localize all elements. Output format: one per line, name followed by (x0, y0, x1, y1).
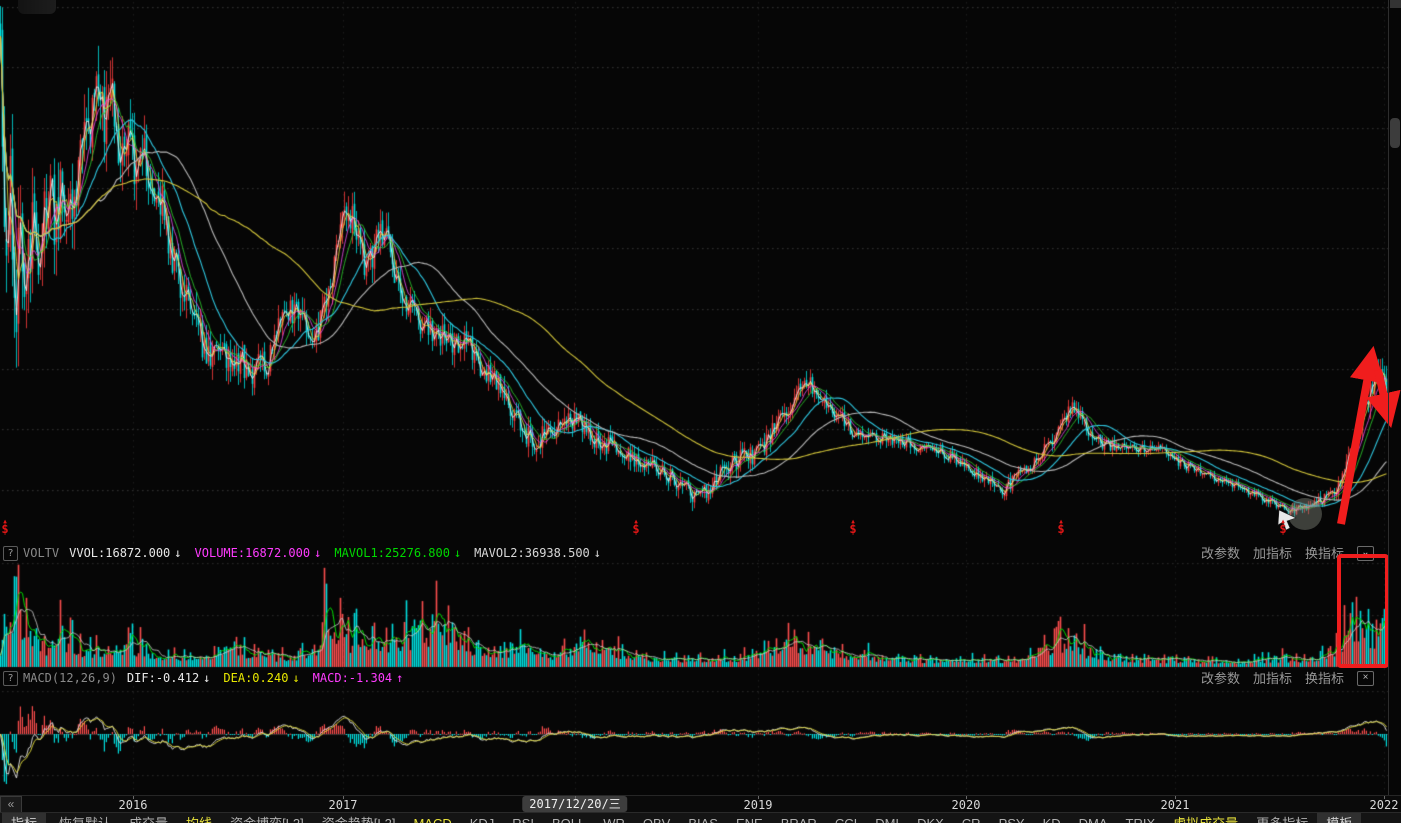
dividend-marker: ▲ $ (846, 519, 860, 536)
toolbar-item-WR[interactable]: WR (594, 813, 634, 823)
toolbar-item-RSI[interactable]: RSI (503, 813, 543, 823)
toolbar-item-更多指标[interactable]: 更多指标 (1247, 813, 1317, 823)
toolbar-item-CR[interactable]: CR (953, 813, 990, 823)
kline-chart-canvas[interactable] (0, 0, 1401, 823)
dollar-symbol: $ (632, 522, 640, 536)
toolbar-item-指标[interactable]: 指标 (2, 813, 47, 823)
right-panel-divider (1388, 0, 1389, 795)
dividend-marker: ▲ $ (1276, 519, 1290, 536)
toolbar-item-PSY[interactable]: PSY (990, 813, 1034, 823)
change-params-button[interactable]: 改参数 (1201, 545, 1240, 562)
toolbar-item-DKX[interactable]: DKX (908, 813, 953, 823)
toolbar-item-BOLL[interactable]: BOLL (543, 813, 594, 823)
change-params-button[interactable]: 改参数 (1201, 670, 1240, 687)
help-icon[interactable]: ? (3, 546, 18, 561)
toolbar-item-模板[interactable]: 模板 (1317, 813, 1362, 823)
close-icon[interactable]: × (1357, 671, 1374, 686)
indicator-name: MACD(12,26,9) (23, 671, 117, 685)
toolbar-item-DMI[interactable]: DMI (866, 813, 908, 823)
toolbar-item-CCI[interactable]: CCI (826, 813, 866, 823)
time-axis-tick (575, 796, 576, 799)
indicator-toolbar: 指标恢复默认成交量均线资金博弈[L2]资金趋势[L2]MACDKDJRSIBOL… (0, 812, 1401, 823)
scrollbar-thumb[interactable] (1390, 118, 1400, 148)
toolbar-item-资金博弈[L2][interactable]: 资金博弈[L2] (221, 813, 313, 823)
trend-arrow-icon: ↓ (174, 546, 182, 560)
indicator-value: MAVOL2:36938.500 (474, 546, 590, 560)
toolbar-item-BRAR[interactable]: BRAR (772, 813, 826, 823)
add-indicator-button[interactable]: 加指标 (1253, 545, 1292, 562)
indicator-value: VVOL:16872.000 (69, 546, 171, 560)
indicator-values: VVOL:16872.000 ↓ VOLUME:16872.000 ↓ MAVOL1:2… (69, 545, 614, 562)
indicator-value: MAVOL1:25276.800 (334, 546, 450, 560)
trend-arrow-icon: ↓ (203, 671, 211, 685)
scrollbar-corner (1390, 0, 1401, 8)
year-label: 2022 (1369, 798, 1399, 812)
trend-arrow-icon: ↓ (593, 546, 601, 560)
dollar-symbol: $ (1057, 522, 1065, 536)
toolbar-item-虚拟成交量[interactable]: 虚拟成交量 (1164, 813, 1247, 823)
year-label: 2016 (118, 798, 148, 812)
toolbar-item-均线[interactable]: 均线 (177, 813, 221, 823)
dividend-marker: ▲ $ (0, 519, 12, 536)
trend-arrow-icon: ↓ (314, 546, 322, 560)
toolbar-item-BIAS[interactable]: BIAS (679, 813, 727, 823)
year-label: 2017 (328, 798, 358, 812)
dividend-marker: ▲ $ (1054, 519, 1068, 536)
year-label: 2020 (951, 798, 981, 812)
dollar-symbol: $ (1, 522, 9, 536)
toolbar-item-OBV[interactable]: OBV (634, 813, 679, 823)
toolbar-item-资金趋势[L2][interactable]: 资金趋势[L2] (313, 813, 405, 823)
toolbar-item-KDJ[interactable]: KDJ (461, 813, 504, 823)
indicator-name: VOLTV (23, 546, 60, 560)
trend-arrow-icon: ↓ (292, 671, 300, 685)
add-indicator-button[interactable]: 加指标 (1253, 670, 1292, 687)
tooltip-remnant (18, 0, 56, 14)
toolbar-item-恢复默认[interactable]: 恢复默认 (50, 813, 120, 823)
trend-arrow-icon: ↓ (453, 546, 462, 560)
dollar-symbol: $ (1279, 522, 1287, 536)
switch-indicator-button[interactable]: 换指标 (1305, 670, 1344, 687)
indicator-value: DIF:-0.412 (126, 671, 200, 685)
toolbar-item-成交量[interactable]: 成交量 (120, 813, 177, 823)
toolbar-item-DMA[interactable]: DMA (1070, 813, 1117, 823)
trend-arrow-icon: ↑ (396, 671, 404, 685)
toolbar-item-ENE[interactable]: ENE (727, 813, 772, 823)
indicator-values: DIF:-0.412 ↓ DEA:0.240 ↓ MACD:-1.304 ↑ (127, 670, 416, 687)
time-axis[interactable]: « 2017/12/20/三 2016 2017 2019 2020 2021 2022 (0, 795, 1401, 814)
year-label: 2021 (1160, 798, 1190, 812)
toolbar-item-KD[interactable]: KD (1034, 813, 1070, 823)
toolbar-item-TRIX[interactable]: TRIX (1117, 813, 1165, 823)
dividend-marker: ▲ $ (629, 519, 643, 536)
toolbar-item-MACD[interactable]: MACD (404, 813, 460, 823)
indicator-value: MACD:-1.304 (312, 671, 393, 685)
help-icon[interactable]: ? (3, 671, 18, 686)
year-label: 2019 (743, 798, 773, 812)
indicator-value: DEA:0.240 (223, 671, 289, 685)
switch-indicator-button[interactable]: 换指标 (1305, 545, 1344, 562)
stock-chart-window: ? VOLTV VVOL:16872.000 ↓ VOLUME:16872.000 ↓… (0, 0, 1401, 823)
volume-indicator-header: ? VOLTV VVOL:16872.000 ↓ VOLUME:16872.000 ↓… (0, 545, 1388, 562)
dollar-symbol: $ (849, 522, 857, 536)
macd-indicator-header: ? MACD(12,26,9) DIF:-0.412 ↓ DEA:0.240 ↓ MAC… (0, 670, 1388, 687)
indicator-value: VOLUME:16872.000 (194, 546, 311, 560)
collapse-icon[interactable]: ⌄ (1357, 546, 1374, 561)
